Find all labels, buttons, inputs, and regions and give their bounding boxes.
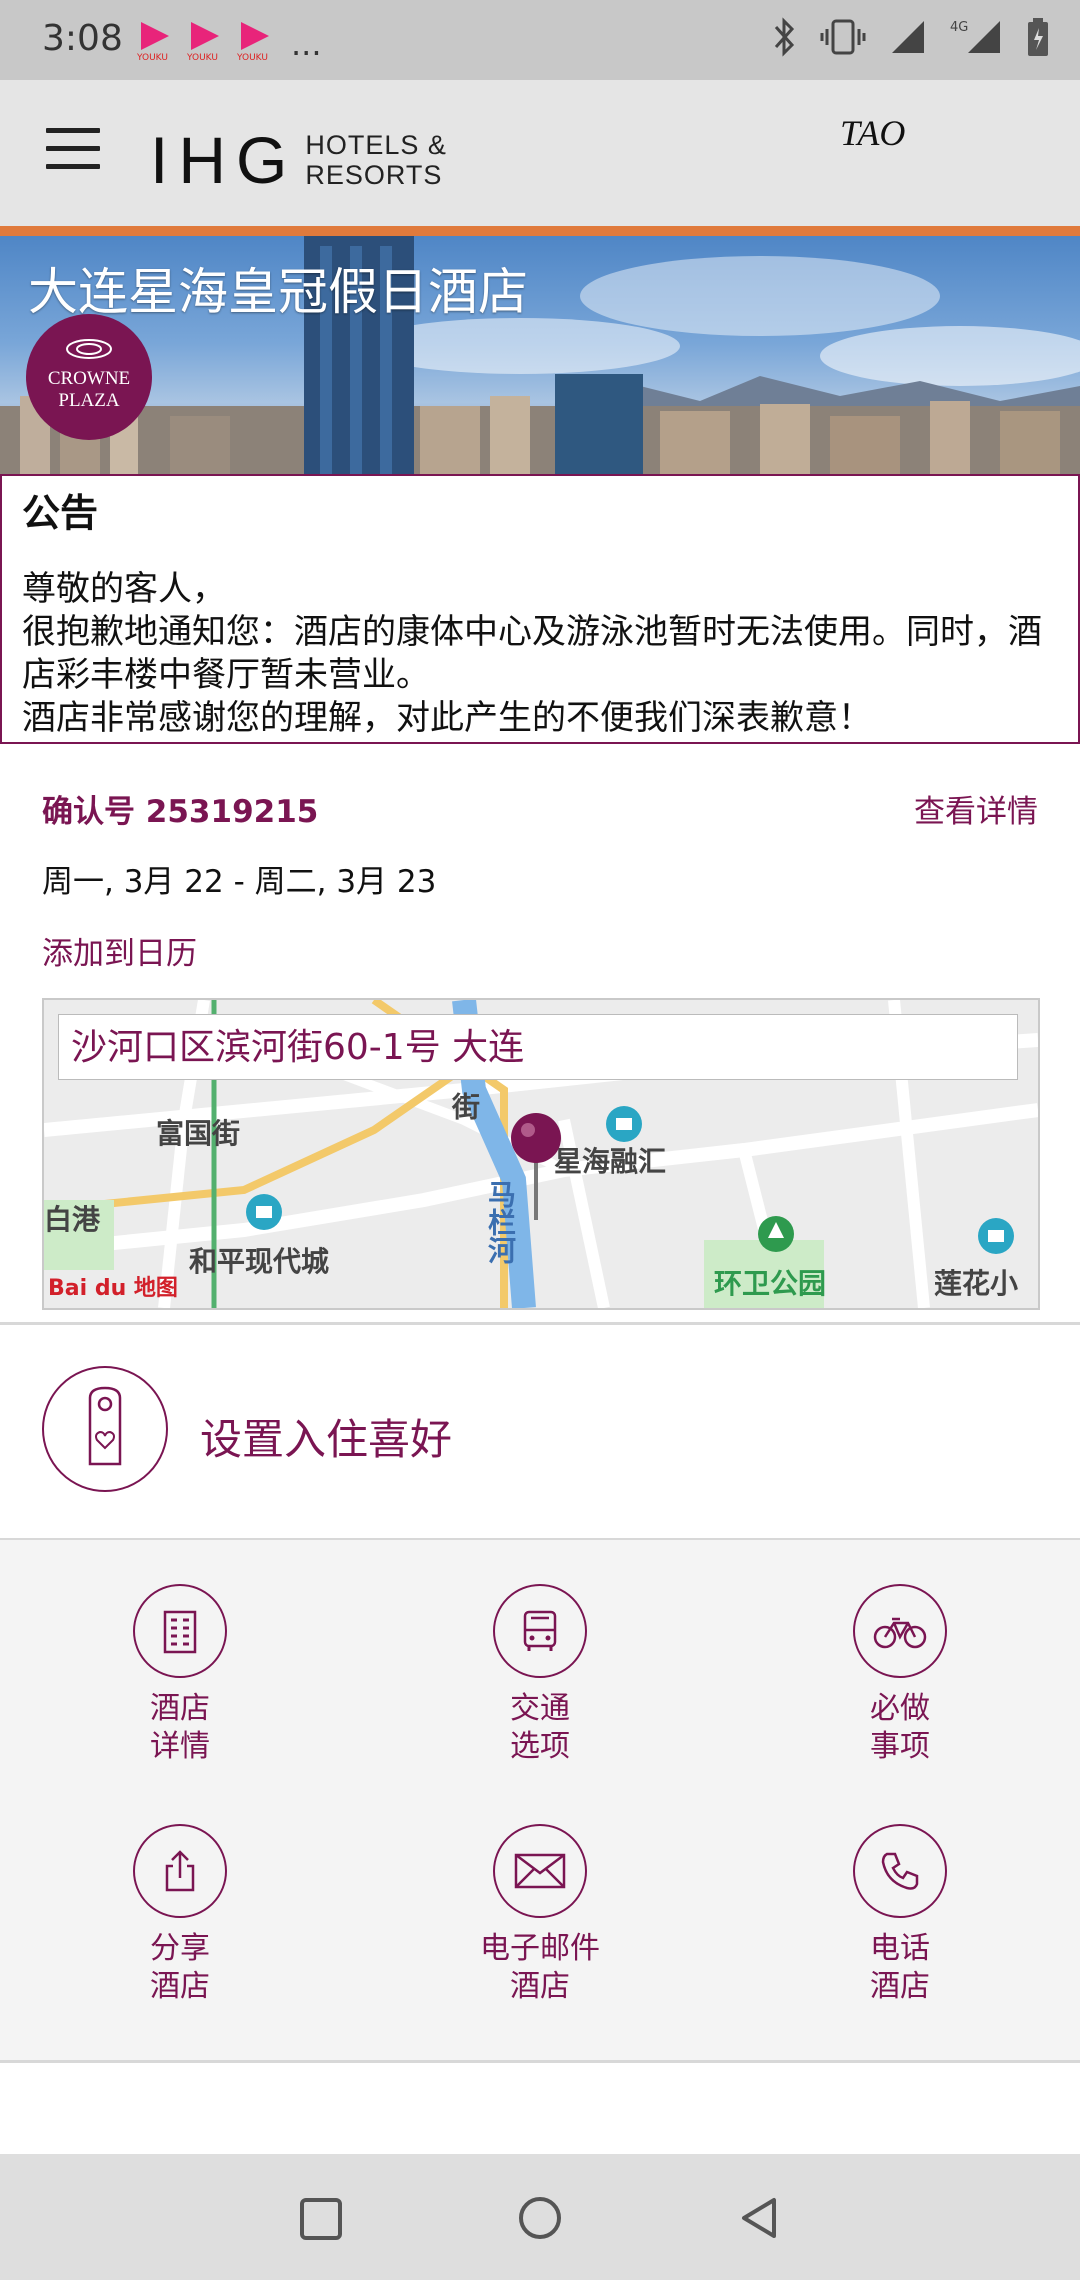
map-label: 星海融汇 [554, 1145, 667, 1178]
poi-icon [606, 1106, 642, 1142]
phone-icon [853, 1824, 947, 1918]
poi-icon [978, 1218, 1014, 1254]
baidu-map-logo: Bai du 地图 [48, 1276, 178, 1301]
building-icon [133, 1584, 227, 1678]
ihg-logo: IHG HOTELS & RESORTS [150, 122, 447, 198]
home-icon[interactable] [516, 2194, 564, 2242]
map-label: 街 [448, 1092, 481, 1120]
email-hotel-button[interactable]: 电子邮件 酒店 [360, 1824, 720, 2006]
youku-icon: YOUKU [186, 22, 219, 62]
hotel-details-button[interactable]: 酒店 详情 [0, 1584, 360, 1766]
svg-text:YOUKU: YOUKU [136, 53, 168, 62]
map-label: 富国街 [156, 1117, 241, 1150]
recent-apps-icon[interactable] [298, 2196, 344, 2242]
status-app-icons: YOUKU YOUKU YOUKU ... [135, 18, 322, 63]
action-label: 酒店 详情 [150, 1691, 210, 1764]
system-nav-bar [0, 2154, 1080, 2280]
status-time: 3:08 [42, 18, 123, 59]
action-label: 电话 酒店 [870, 1931, 930, 2004]
call-hotel-button[interactable]: 电话 酒店 [720, 1824, 1080, 2006]
add-to-calendar-link[interactable]: 添加到日历 [42, 928, 197, 973]
hamburger-menu-icon[interactable] [46, 128, 100, 176]
logo-sub: HOTELS & RESORTS [305, 130, 447, 190]
park-icon [758, 1216, 794, 1252]
notice-line: 很抱歉地通知您：酒店的康体中心及游泳池暂时无法使用。同时，酒店彩丰楼中餐厅暂未营… [22, 612, 1042, 695]
map-address-bar[interactable]: 沙河口区滨河街60-1号 大连 [58, 1014, 1018, 1080]
status-more: ... [291, 25, 322, 63]
notice-panel: 公告 尊敬的客人， 很抱歉地通知您：酒店的康体中心及游泳池暂时无法使用。同时，酒… [0, 474, 1080, 744]
status-indicators: 4G [772, 16, 1050, 58]
confirmation-number: 确认号 25319215 [42, 794, 319, 830]
action-label: 分享 酒店 [150, 1931, 210, 2004]
action-label: 必做 事项 [870, 1691, 930, 1764]
signal-icon [892, 21, 924, 53]
crown-icon [66, 339, 112, 359]
brand-line1: CROWNE [47, 368, 131, 389]
bus-icon [493, 1584, 587, 1678]
youku-icon: YOUKU [236, 22, 269, 62]
vibrate-icon [820, 19, 866, 55]
view-details-link[interactable]: 查看详情 [914, 786, 1038, 831]
4g-signal-icon: 4G [950, 20, 1000, 53]
bluetooth-icon [774, 17, 795, 57]
crowne-plaza-logo: CROWNE PLAZA [26, 314, 152, 440]
hotel-map[interactable]: 沙河口区滨河街60-1号 大连 富国街 星海融汇 白港 和平现代城 环卫公园 莲… [42, 998, 1040, 1310]
back-icon[interactable] [736, 2194, 782, 2242]
things-to-do-button[interactable]: 必做 事项 [720, 1584, 1080, 1766]
door-hanger-icon [42, 1366, 168, 1492]
map-label: 白港 [44, 1203, 101, 1236]
action-label: 交通 选项 [510, 1691, 570, 1764]
youku-icon: YOUKU [136, 22, 169, 62]
account-label[interactable]: TAO [840, 112, 905, 154]
transport-options-button[interactable]: 交通 选项 [360, 1584, 720, 1766]
accent-divider [0, 226, 1080, 236]
hotel-banner: 大连星海皇冠假日酒店 CROWNE PLAZA [0, 236, 1080, 474]
bicycle-icon [853, 1584, 947, 1678]
notice-title: 公告 [22, 491, 99, 535]
mail-icon [493, 1824, 587, 1918]
svg-text:YOUKU: YOUKU [236, 53, 268, 62]
notice-line: 尊敬的客人， [22, 569, 226, 609]
notice-body: 尊敬的客人， 很抱歉地通知您：酒店的康体中心及游泳池暂时无法使用。同时，酒店彩丰… [22, 568, 1052, 740]
logo-sub-line1: HOTELS & [305, 130, 447, 160]
share-hotel-button[interactable]: 分享 酒店 [0, 1824, 360, 2006]
map-label: 莲花小 [934, 1267, 1019, 1300]
set-preferences-row[interactable]: 设置入住喜好 [0, 1322, 1080, 1536]
status-bar: 3:08 YOUKU YOUKU YOUKU ... 4G [0, 0, 1080, 80]
svg-text:4G: 4G [950, 20, 968, 35]
notice-line: 酒店非常感谢您的理解，对此产生的不便我们深表歉意！ [22, 698, 872, 738]
battery-icon [1028, 18, 1048, 56]
location-pin-icon [511, 1113, 561, 1220]
stay-dates: 周一, 3月 22 - 周二, 3月 23 [42, 864, 437, 900]
map-label: 和平现代城 [189, 1245, 330, 1278]
map-label: 环卫公园 [714, 1267, 827, 1300]
share-icon [133, 1824, 227, 1918]
section-divider [0, 2060, 1080, 2063]
brand-line2: PLAZA [58, 390, 120, 411]
set-preferences-label: 设置入住喜好 [200, 1415, 453, 1464]
logo-main: IHG [150, 123, 298, 197]
svg-text:YOUKU: YOUKU [186, 53, 218, 62]
action-label: 电子邮件 酒店 [480, 1931, 600, 2004]
logo-sub-line2: RESORTS [305, 160, 443, 190]
poi-icon [246, 1194, 282, 1230]
action-grid: 酒店 详情 交通 选项 必做 事项 分享 酒店 电子邮件 酒店 电话 酒店 [0, 1540, 1080, 2060]
